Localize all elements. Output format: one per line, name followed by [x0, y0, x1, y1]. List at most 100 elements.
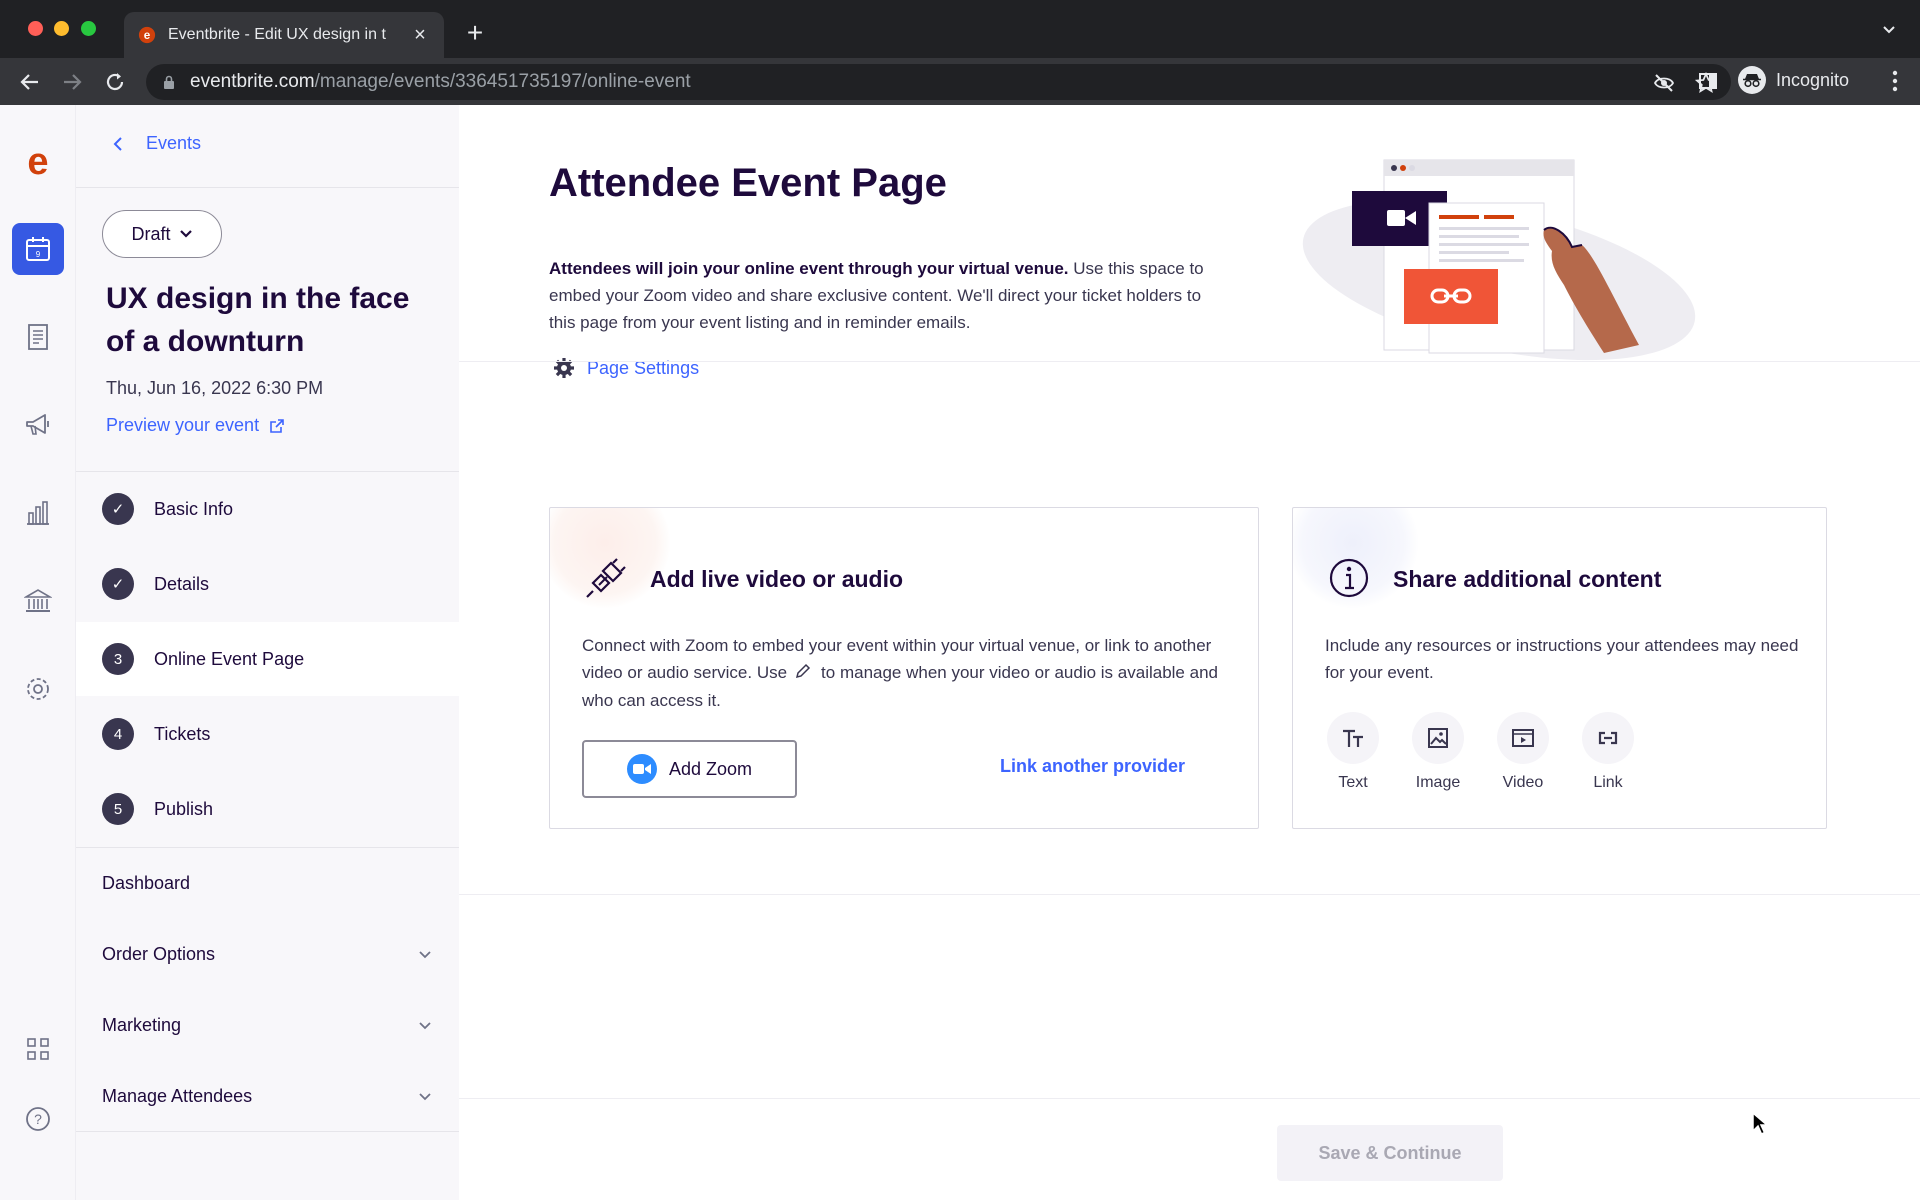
option-label: Video	[1502, 774, 1544, 791]
step-number: 4	[102, 718, 134, 750]
gear-icon[interactable]	[12, 663, 64, 715]
add-text-option[interactable]: Text	[1318, 712, 1388, 792]
help-icon[interactable]: ?	[12, 1093, 64, 1145]
apps-grid-icon[interactable]	[12, 1023, 64, 1075]
sidebar-divider	[76, 847, 459, 848]
back-arrow-icon[interactable]	[18, 70, 42, 94]
card-description: Include any resources or instructions yo…	[1325, 636, 1799, 682]
add-image-option[interactable]: Image	[1403, 712, 1473, 792]
nav-label: Manage Attendees	[102, 1086, 253, 1106]
footer-action-bar: Save & Continue	[459, 1098, 1920, 1200]
app-icon-rail: e 9 ?	[0, 105, 76, 1200]
step-label: Online Event Page	[154, 648, 305, 669]
virtual-venue-illustration	[1302, 159, 1696, 361]
address-bar[interactable]: eventbrite.com/manage/events/33645173519…	[146, 64, 1731, 100]
browser-tab-bar: e Eventbrite - Edit UX design in t × +	[0, 0, 1920, 58]
step-complete-check-icon: ✓	[102, 568, 134, 600]
nav-marketing[interactable]: Marketing	[102, 1015, 432, 1036]
reload-icon[interactable]	[103, 70, 127, 94]
nav-label: Order Options	[102, 944, 216, 964]
pencil-icon	[795, 660, 813, 687]
nav-order-options[interactable]: Order Options	[102, 944, 432, 965]
bank-icon[interactable]	[12, 575, 64, 627]
text-icon	[1327, 712, 1379, 764]
eventbrite-logo[interactable]: e	[12, 137, 64, 189]
sidebar-divider	[76, 1131, 459, 1132]
intro-bold: Attendees will join your online event th…	[549, 259, 1069, 278]
main-content: Attendee Event Page Attendees will join …	[459, 105, 1920, 1200]
incognito-profile[interactable]: Incognito	[1738, 66, 1849, 94]
step-number: 5	[102, 793, 134, 825]
incognito-icon	[1738, 66, 1766, 94]
chevron-down-icon	[179, 230, 192, 238]
step-label: Details	[154, 573, 210, 594]
nav-dashboard[interactable]: Dashboard	[102, 873, 432, 894]
tab-search-chevron-icon[interactable]	[1880, 20, 1898, 38]
svg-text:e: e	[27, 145, 48, 181]
step-number: 3	[102, 643, 134, 675]
plug-icon	[580, 552, 632, 604]
mouse-cursor-icon	[1752, 1111, 1769, 1136]
step-basic-info[interactable]: ✓ Basic Info	[76, 472, 459, 546]
window-minimize-button[interactable]	[54, 21, 69, 36]
step-tickets[interactable]: 4 Tickets	[76, 697, 459, 771]
add-zoom-button[interactable]: Add Zoom	[582, 740, 797, 798]
status-dropdown[interactable]: Draft	[102, 210, 222, 258]
megaphone-icon[interactable]	[12, 399, 64, 451]
card-title: Add live video or audio	[650, 566, 904, 592]
preview-label: Preview your event	[106, 415, 260, 435]
chevron-down-icon	[419, 1021, 431, 1029]
step-details[interactable]: ✓ Details	[76, 547, 459, 621]
preview-event-link[interactable]: Preview your event	[106, 415, 285, 436]
tab-close-icon[interactable]: ×	[410, 24, 430, 47]
calendar-icon[interactable]: 9	[12, 223, 64, 275]
step-complete-check-icon: ✓	[102, 493, 134, 525]
window-close-button[interactable]	[28, 21, 43, 36]
nav-label: Dashboard	[102, 873, 191, 893]
incognito-label: Incognito	[1776, 69, 1850, 90]
url-path: /manage/events/336451735197/online-event	[314, 71, 691, 92]
svg-text:e: e	[144, 29, 151, 42]
chevron-down-icon	[419, 1092, 431, 1100]
back-to-events-link[interactable]: Events	[112, 133, 201, 154]
step-label: Basic Info	[154, 498, 234, 519]
add-zoom-label: Add Zoom	[668, 758, 753, 779]
save-continue-button[interactable]: Save & Continue	[1277, 1125, 1503, 1181]
image-icon	[1412, 712, 1464, 764]
eventbrite-favicon-icon: e	[138, 26, 156, 44]
link-another-provider-link[interactable]: Link another provider	[1000, 756, 1185, 777]
section-divider	[459, 894, 1920, 895]
orders-icon[interactable]	[12, 311, 64, 363]
add-link-option[interactable]: Link	[1573, 712, 1643, 792]
option-label: Text	[1338, 774, 1368, 791]
step-online-event-page[interactable]: 3 Online Event Page	[76, 622, 459, 696]
chevron-down-icon	[419, 950, 431, 958]
event-sidebar: Events Draft UX design in the face of a …	[76, 105, 459, 1200]
page-intro: Attendees will join your online event th…	[549, 255, 1209, 336]
new-tab-button[interactable]: +	[460, 14, 490, 52]
add-video-option[interactable]: Video	[1488, 712, 1558, 792]
event-date: Thu, Jun 16, 2022 6:30 PM	[106, 378, 324, 398]
step-publish[interactable]: 5 Publish	[76, 772, 459, 846]
video-icon	[1497, 712, 1549, 764]
status-label: Draft	[131, 223, 171, 244]
nav-manage-attendees[interactable]: Manage Attendees	[102, 1086, 432, 1107]
card-description: Connect with Zoom to embed your event wi…	[582, 632, 1232, 714]
step-label: Tickets	[154, 723, 211, 744]
section-divider	[459, 361, 1920, 362]
nav-label: Marketing	[102, 1015, 182, 1035]
card-title: Share additional content	[1393, 566, 1662, 592]
tracking-protection-eye-icon[interactable]	[1653, 72, 1675, 94]
side-panel-icon[interactable]	[1698, 71, 1718, 91]
link-icon	[1582, 712, 1634, 764]
forward-arrow-icon[interactable]	[60, 70, 84, 94]
svg-text:9: 9	[36, 250, 41, 259]
window-zoom-button[interactable]	[81, 21, 96, 36]
lock-icon	[164, 75, 174, 89]
page-title: Attendee Event Page	[549, 161, 947, 205]
url-host: eventbrite.com	[190, 71, 315, 92]
browser-tab[interactable]: e Eventbrite - Edit UX design in t ×	[124, 12, 444, 58]
bar-chart-icon[interactable]	[12, 487, 64, 539]
info-icon	[1323, 552, 1375, 604]
browser-menu-icon[interactable]	[1892, 70, 1898, 92]
